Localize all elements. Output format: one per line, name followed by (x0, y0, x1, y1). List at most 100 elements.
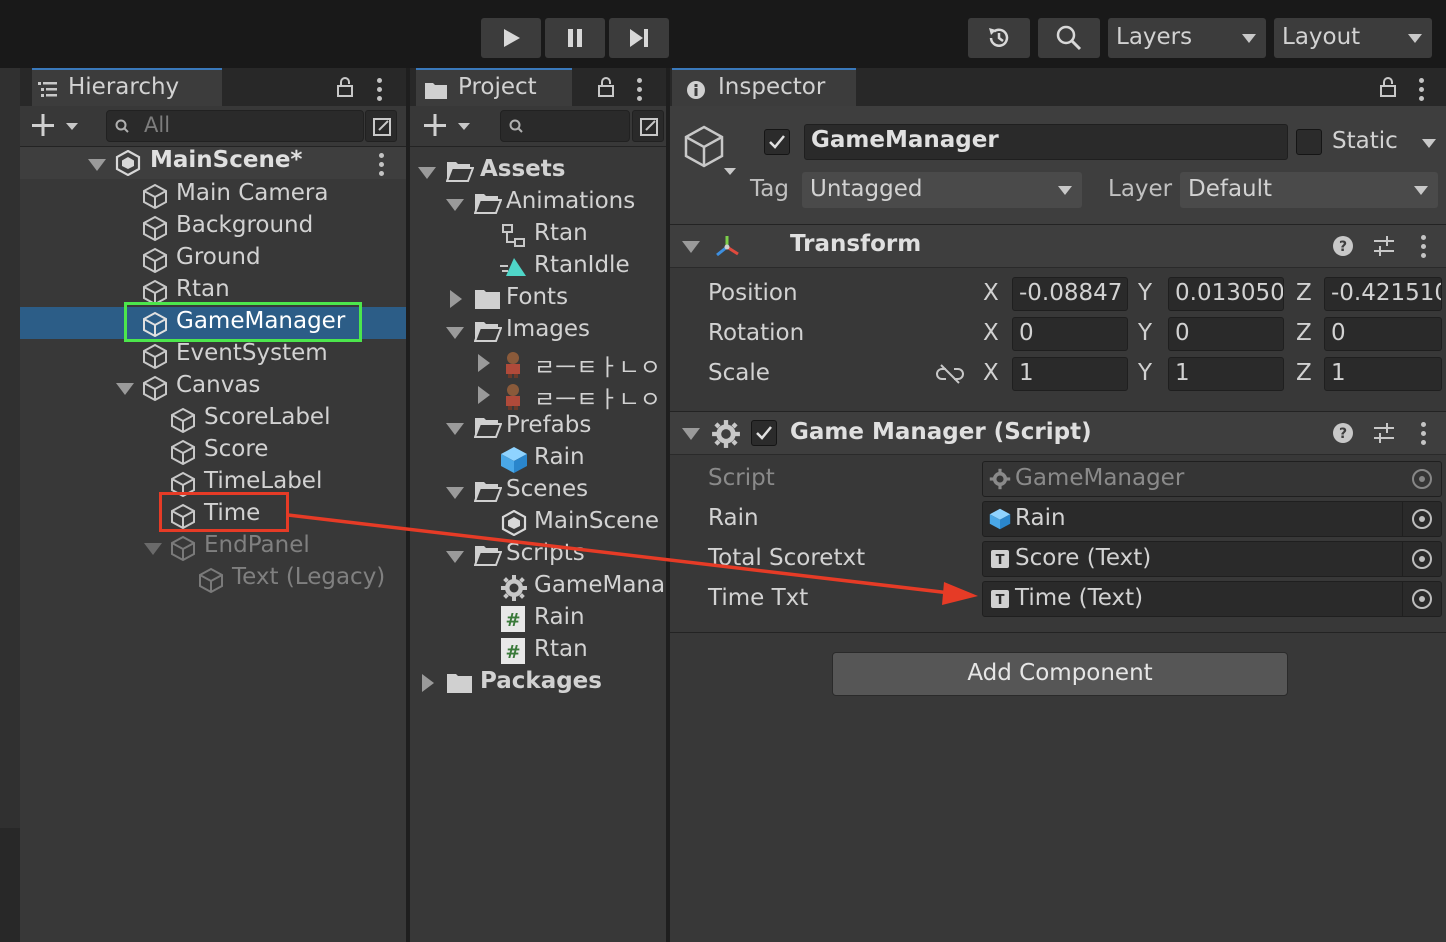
play-button[interactable] (481, 18, 541, 58)
component-enabled-checkbox[interactable] (751, 420, 777, 446)
pause-button[interactable] (545, 18, 605, 58)
search-button[interactable] (1038, 18, 1100, 58)
rotation-z-input[interactable]: 0 (1324, 317, 1442, 351)
collapse-arrow-icon[interactable] (422, 674, 434, 692)
lock-icon[interactable] (597, 77, 615, 97)
more-icon[interactable] (1421, 235, 1427, 262)
scene-header-row[interactable]: MainScene* (20, 147, 406, 179)
object-picker-icon[interactable] (1402, 542, 1441, 576)
collapse-arrow-icon[interactable] (478, 386, 490, 404)
active-checkbox[interactable] (764, 129, 790, 155)
rotation-x-input[interactable]: 0 (1012, 317, 1128, 351)
object-picker-icon[interactable] (1402, 582, 1441, 616)
more-icon[interactable] (1419, 78, 1425, 105)
project-item[interactable]: RtanIdle (410, 251, 666, 283)
project-item[interactable]: Scenes (410, 475, 666, 507)
project-search-input[interactable] (500, 110, 630, 142)
expand-arrow-icon[interactable] (418, 167, 436, 179)
project-item[interactable]: Animations (410, 187, 666, 219)
hierarchy-item[interactable]: ScoreLabel (20, 403, 406, 435)
gameobject-cube-icon[interactable] (682, 124, 726, 170)
hierarchy-search-input[interactable]: All (106, 110, 364, 142)
hierarchy-item[interactable]: Background (20, 211, 406, 243)
preset-sliders-icon[interactable] (1372, 422, 1396, 444)
project-item[interactable]: ㄹㅡㅌㅏㄴㅇ (410, 379, 666, 413)
tab-inspector[interactable]: Inspector (672, 68, 856, 106)
project-item[interactable]: Images (410, 315, 666, 347)
lock-icon[interactable] (336, 77, 354, 97)
hierarchy-item[interactable]: Main Camera (20, 179, 406, 211)
expand-arrow-icon[interactable] (446, 327, 464, 339)
gameobject-name-input[interactable]: GameManager (804, 124, 1288, 160)
hierarchy-item-selected[interactable]: GameManager (20, 302, 406, 342)
tab-project[interactable]: Project (416, 68, 572, 106)
more-icon[interactable] (637, 78, 643, 105)
scale-x-input[interactable]: 1 (1012, 357, 1128, 391)
expand-arrow-icon[interactable] (446, 551, 464, 563)
hierarchy-item[interactable]: Canvas (20, 371, 406, 403)
object-picker-icon[interactable] (1402, 502, 1441, 536)
hierarchy-item-inactive[interactable]: EndPanel (20, 531, 406, 563)
search-by-type-button[interactable] (632, 110, 664, 142)
scale-z-input[interactable]: 1 (1324, 357, 1442, 391)
lock-icon[interactable] (1379, 77, 1397, 97)
position-z-input[interactable]: -0.421510 (1324, 277, 1442, 311)
static-dropdown-icon[interactable] (1422, 139, 1436, 148)
expand-arrow-icon[interactable] (682, 428, 700, 440)
rain-object-field[interactable]: Rain (982, 501, 1442, 537)
transform-header[interactable]: Transform ? (670, 225, 1446, 268)
layer-dropdown[interactable]: Default (1180, 172, 1438, 208)
hierarchy-item-inactive[interactable]: Text (Legacy) (20, 563, 406, 595)
expand-arrow-icon[interactable] (446, 199, 464, 211)
project-item[interactable]: Rtan (410, 219, 666, 251)
unlinked-chain-icon[interactable] (936, 363, 964, 385)
project-item[interactable]: Assets (410, 155, 666, 187)
layout-dropdown[interactable]: Layout (1274, 18, 1432, 58)
script-component-header[interactable]: Game Manager (Script) ? (670, 411, 1446, 455)
help-icon[interactable]: ? (1332, 422, 1354, 444)
hierarchy-item[interactable]: EventSystem (20, 339, 406, 371)
project-item[interactable]: Scripts (410, 539, 666, 571)
collapse-arrow-icon[interactable] (478, 354, 490, 372)
project-item[interactable]: ㄹㅡㅌㅏㄴㅇ (410, 347, 666, 381)
more-icon[interactable] (1421, 422, 1427, 449)
create-button[interactable] (424, 114, 470, 144)
project-item[interactable]: Packages (410, 667, 666, 699)
hierarchy-item[interactable]: Time (20, 492, 406, 532)
help-icon[interactable]: ? (1332, 235, 1354, 257)
expand-arrow-icon[interactable] (88, 159, 106, 171)
expand-arrow-icon[interactable] (446, 487, 464, 499)
project-item[interactable]: Prefabs (410, 411, 666, 443)
static-checkbox[interactable] (1296, 129, 1322, 155)
project-item[interactable]: Rain (410, 443, 666, 475)
expand-arrow-icon[interactable] (682, 241, 700, 253)
project-item[interactable]: Fonts (410, 283, 666, 315)
more-icon[interactable] (377, 78, 383, 105)
expand-arrow-icon[interactable] (116, 383, 134, 395)
position-x-input[interactable]: -0.08847 (1012, 277, 1128, 311)
chevron-down-icon[interactable] (724, 168, 736, 175)
position-y-input[interactable]: 0.013050 (1168, 277, 1284, 311)
layers-dropdown[interactable]: Layers (1108, 18, 1266, 58)
total-score-object-field[interactable]: T Score (Text) (982, 541, 1442, 577)
project-item[interactable]: MainScene (410, 507, 666, 539)
scene-visibility-button[interactable] (365, 110, 397, 142)
add-component-button[interactable]: Add Component (832, 652, 1288, 696)
project-item[interactable]: # Rtan (410, 635, 666, 667)
expand-arrow-icon[interactable] (446, 423, 464, 435)
hierarchy-item[interactable]: Ground (20, 243, 406, 275)
scale-y-input[interactable]: 1 (1168, 357, 1284, 391)
history-button[interactable] (968, 18, 1030, 58)
expand-arrow-icon[interactable] (144, 543, 162, 555)
rotation-y-input[interactable]: 0 (1168, 317, 1284, 351)
create-button[interactable] (32, 114, 78, 144)
time-object-field[interactable]: T Time (Text) (982, 581, 1442, 617)
project-item[interactable]: # Rain (410, 603, 666, 635)
project-item[interactable]: GameManager (410, 571, 666, 603)
step-button[interactable] (609, 18, 669, 58)
collapse-arrow-icon[interactable] (450, 290, 462, 308)
preset-sliders-icon[interactable] (1372, 235, 1396, 257)
tab-hierarchy[interactable]: Hierarchy (32, 68, 222, 106)
tag-dropdown[interactable]: Untagged (802, 172, 1082, 208)
scene-more-icon[interactable] (379, 153, 385, 180)
